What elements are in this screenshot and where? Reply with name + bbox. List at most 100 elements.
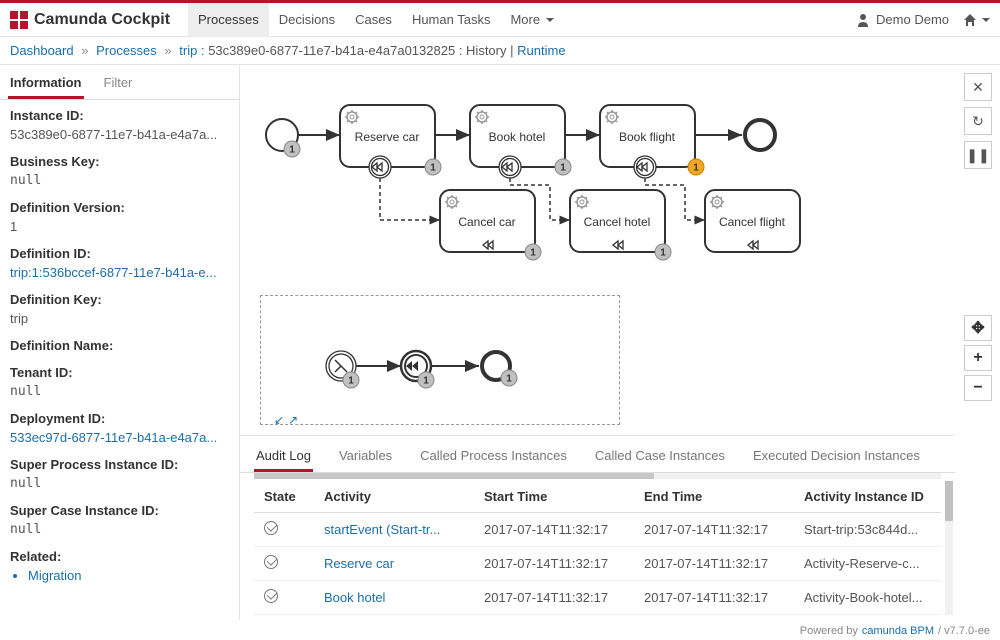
svg-text:Cancel flight: Cancel flight	[719, 215, 786, 229]
super-process-value: null	[10, 476, 229, 491]
user-label: Demo Demo	[876, 12, 949, 27]
tab-variables[interactable]: Variables	[337, 442, 394, 472]
table-row: startEvent (Start-tr... 2017-07-14T11:32…	[254, 513, 941, 547]
related-migration[interactable]: Migration	[28, 568, 81, 583]
definition-id-value[interactable]: trip:1:536bccef-6877-11e7-b41a-e...	[10, 265, 216, 280]
tenant-id-value: null	[10, 384, 229, 399]
aid-cell: Activity-Book-hotel...	[794, 581, 941, 615]
start-time-cell: 2017-07-14T11:32:17	[474, 547, 634, 581]
activity-link[interactable]: Reserve car	[324, 556, 394, 571]
expand-icon[interactable]: ↗	[288, 413, 298, 427]
tab-executed-decision[interactable]: Executed Decision Instances	[751, 442, 922, 472]
col-end-time[interactable]: End Time	[634, 481, 794, 513]
definition-key-label: Definition Key:	[10, 292, 229, 307]
breadcrumb-sep: »	[160, 43, 175, 58]
tab-audit-log[interactable]: Audit Log	[254, 442, 313, 472]
refresh-icon: ↻	[972, 113, 984, 130]
svg-text:1: 1	[506, 374, 512, 385]
collapse-icon[interactable]: ↙	[274, 413, 284, 427]
nav-processes[interactable]: Processes	[188, 3, 269, 37]
zoom-out-button[interactable]: −	[964, 375, 992, 401]
instance-controls: ✕ ↻ ❚❚	[964, 73, 992, 169]
svg-text:1: 1	[423, 376, 429, 387]
logo-block[interactable]: Camunda Cockpit	[10, 11, 170, 29]
super-case-label: Super Case Instance ID:	[10, 503, 229, 518]
nav-cases[interactable]: Cases	[345, 3, 402, 37]
move-icon: ✥	[971, 318, 984, 338]
nav-decisions[interactable]: Decisions	[269, 3, 345, 37]
pause-icon: ❚❚	[966, 147, 989, 164]
svg-text:Book flight: Book flight	[619, 130, 676, 144]
super-case-value: null	[10, 522, 229, 537]
col-activity[interactable]: Activity	[314, 481, 474, 513]
svg-text:1: 1	[289, 145, 295, 156]
bottom-tabs: Audit Log Variables Called Process Insta…	[240, 436, 955, 473]
diagram-area[interactable]: 1 Reserve car Book hotel Book flight Can…	[240, 65, 1000, 620]
user-menu[interactable]: Demo Demo	[856, 12, 949, 27]
tab-called-process[interactable]: Called Process Instances	[418, 442, 569, 472]
app-title: Camunda Cockpit	[34, 11, 170, 29]
definition-version-value: 1	[10, 219, 229, 234]
breadcrumb-processes[interactable]: Processes	[96, 43, 157, 58]
refresh-button[interactable]: ↻	[964, 107, 992, 135]
footer-version: / v7.7.0-ee	[938, 625, 990, 637]
event-subprocess[interactable]: 1 1 1	[260, 295, 620, 425]
business-key-label: Business Key:	[10, 154, 229, 169]
instance-id-label: Instance ID:	[10, 108, 229, 123]
zoom-in-button[interactable]: +	[964, 345, 992, 371]
col-activity-instance-id[interactable]: Activity Instance ID	[794, 481, 941, 513]
business-key-value: null	[10, 173, 229, 188]
end-time-cell: 2017-07-14T11:32:17	[634, 547, 794, 581]
completed-icon	[264, 555, 278, 569]
zoom-controls: ✥ + −	[964, 315, 992, 401]
definition-version-label: Definition Version:	[10, 200, 229, 215]
related-label: Related:	[10, 549, 229, 564]
move-button[interactable]: ✥	[964, 315, 992, 341]
start-time-cell: 2017-07-14T11:32:17	[474, 581, 634, 615]
sidebar-scroll[interactable]: Instance ID: 53c389e0-6877-11e7-b41a-e4a7…	[0, 100, 239, 620]
definition-name-label: Definition Name:	[10, 338, 229, 353]
close-button[interactable]: ✕	[964, 73, 992, 101]
end-time-cell: 2017-07-14T11:32:17	[634, 581, 794, 615]
nav-human-tasks[interactable]: Human Tasks	[402, 3, 501, 37]
svg-text:Book hotel: Book hotel	[489, 130, 546, 144]
suspend-button[interactable]: ❚❚	[964, 141, 992, 169]
nav-more-label: More	[510, 12, 540, 27]
footer-prefix: Powered by	[800, 625, 858, 637]
breadcrumb-definition[interactable]: trip :	[179, 43, 204, 58]
breadcrumb-dashboard[interactable]: Dashboard	[10, 43, 74, 58]
table-row: Book hotel 2017-07-14T11:32:17 2017-07-1…	[254, 581, 941, 615]
breadcrumb-runtime[interactable]: Runtime	[517, 43, 565, 58]
tabs-scrollbar[interactable]	[254, 473, 941, 479]
instance-id-value: 53c389e0-6877-11e7-b41a-e4a7a...	[10, 127, 229, 142]
plus-icon: +	[973, 349, 982, 367]
deployment-id-label: Deployment ID:	[10, 411, 229, 426]
completed-icon	[264, 589, 278, 603]
tab-filter[interactable]: Filter	[102, 65, 135, 99]
svg-text:1: 1	[348, 376, 354, 387]
definition-key-value: trip	[10, 311, 229, 326]
tab-information[interactable]: Information	[8, 65, 84, 99]
col-start-time[interactable]: Start Time	[474, 481, 634, 513]
nav-more[interactable]: More	[500, 3, 564, 37]
table-vertical-scrollbar[interactable]	[945, 481, 953, 615]
chevron-down-icon	[982, 18, 990, 22]
minus-icon: −	[973, 379, 982, 397]
svg-text:1: 1	[660, 248, 666, 259]
tenant-id-label: Tenant ID:	[10, 365, 229, 380]
chevron-down-icon	[546, 18, 554, 22]
home-menu[interactable]	[963, 13, 990, 27]
footer-link[interactable]: camunda BPM	[862, 625, 934, 637]
breadcrumb-sep: »	[77, 43, 92, 58]
col-state[interactable]: State	[254, 481, 314, 513]
main-header: Camunda Cockpit Processes Decisions Case…	[0, 3, 1000, 37]
tab-called-case[interactable]: Called Case Instances	[593, 442, 727, 472]
camunda-logo-icon	[10, 11, 28, 29]
home-icon	[963, 13, 977, 27]
svg-text:1: 1	[560, 163, 566, 174]
deployment-id-value[interactable]: 533ec97d-6877-11e7-b41a-e4a7a...	[10, 430, 217, 445]
activity-link[interactable]: Book hotel	[324, 590, 385, 605]
end-time-cell: 2017-07-14T11:32:17	[634, 513, 794, 547]
sidebar: Information Filter Instance ID: 53c389e0-…	[0, 65, 240, 620]
activity-link[interactable]: startEvent (Start-tr...	[324, 522, 440, 537]
